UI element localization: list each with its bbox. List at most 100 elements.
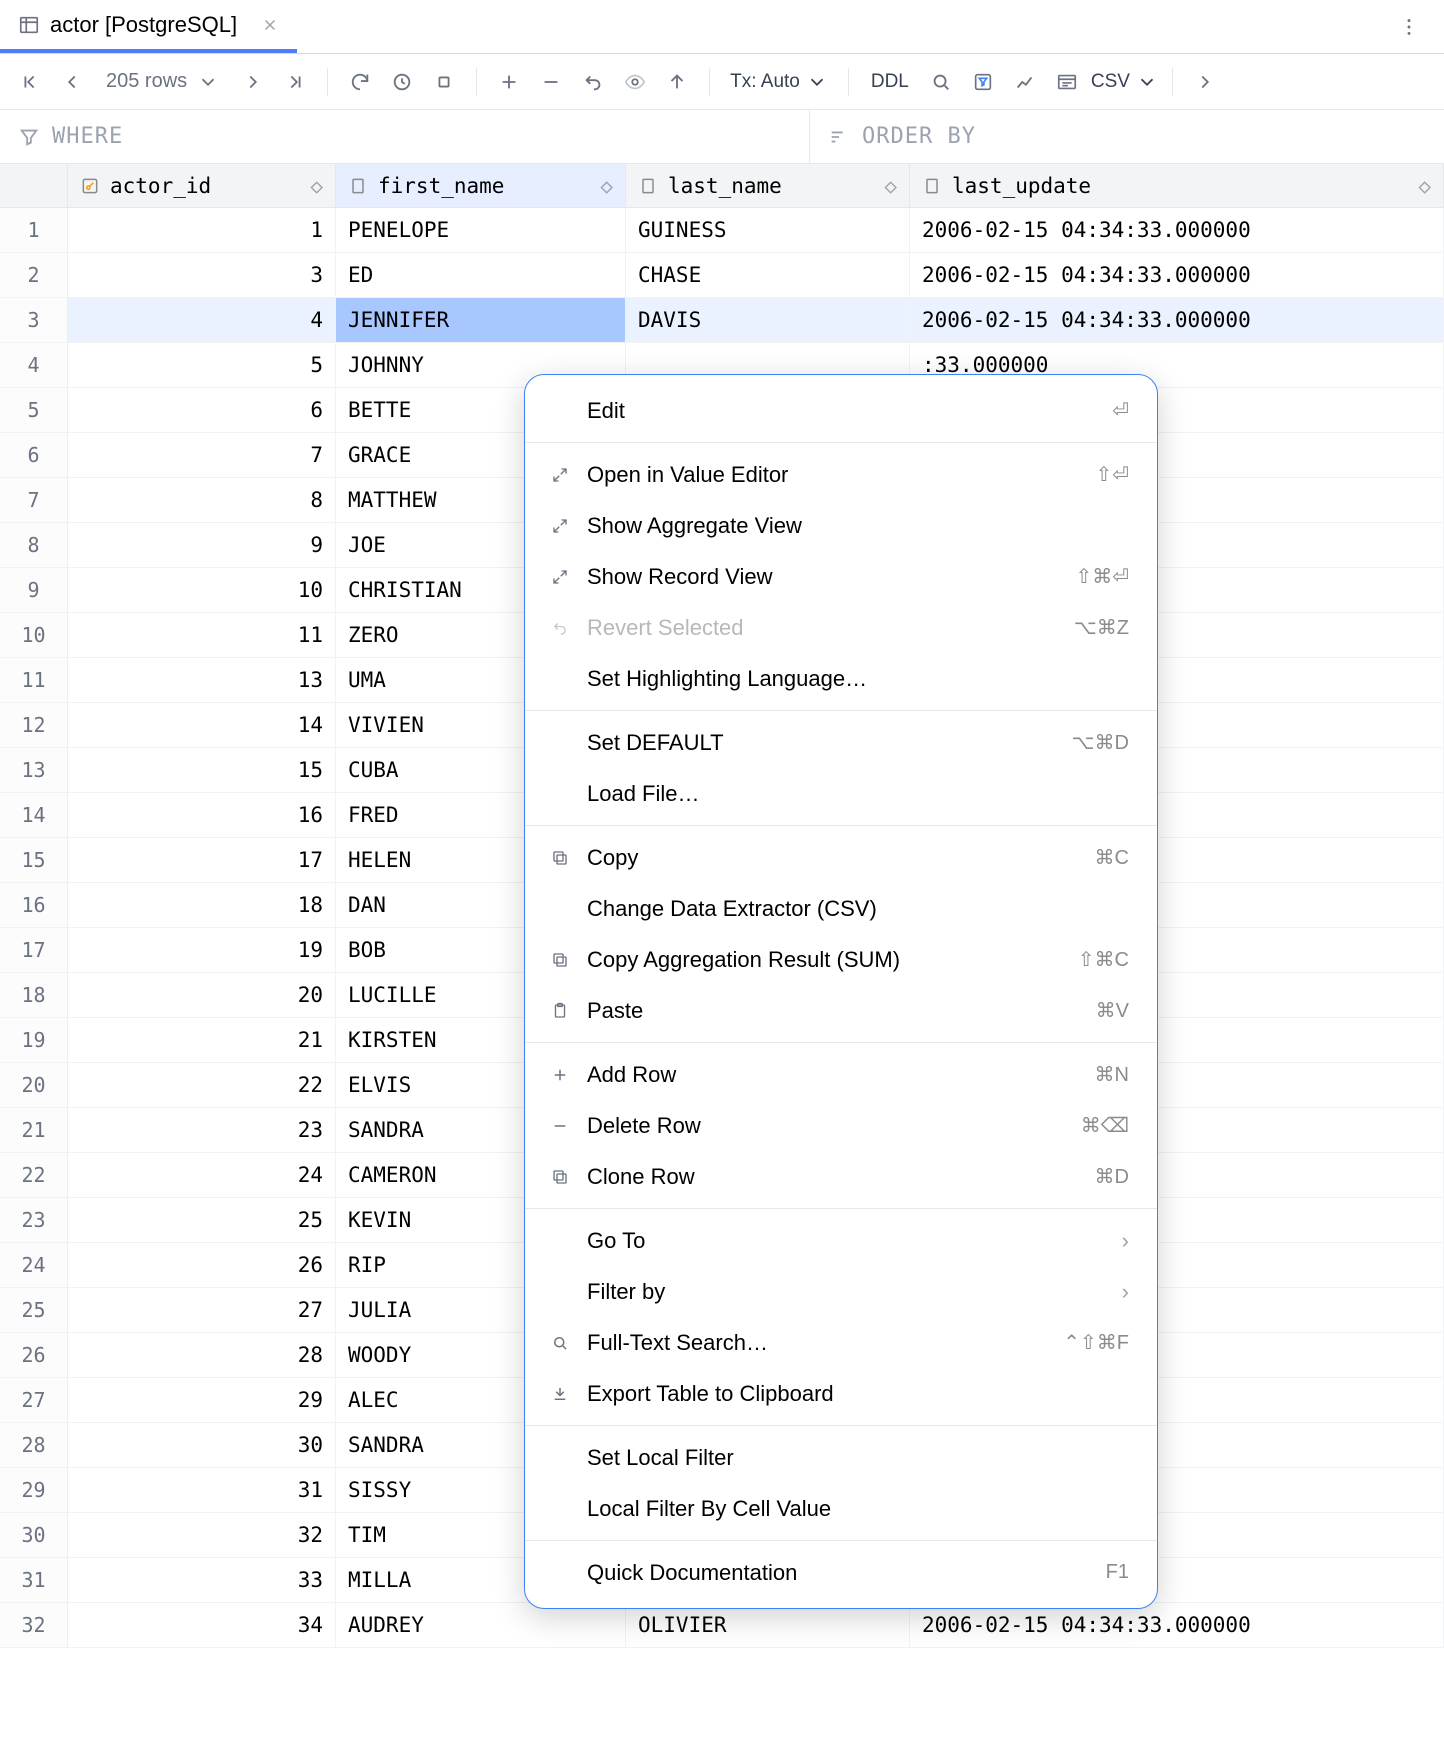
cell-actor-id[interactable]: 1: [68, 208, 336, 252]
csv-export-button[interactable]: CSV: [1091, 64, 1158, 100]
cell-last-update[interactable]: 2006-02-15 04:34:33.000000: [910, 1603, 1444, 1647]
header-corner[interactable]: [0, 164, 68, 207]
row-number[interactable]: 10: [0, 613, 68, 657]
prev-page-button[interactable]: [54, 64, 90, 100]
cell-actor-id[interactable]: 7: [68, 433, 336, 477]
menu-filter-by[interactable]: Filter by›: [525, 1266, 1157, 1317]
cell-actor-id[interactable]: 8: [68, 478, 336, 522]
cell-first-name[interactable]: AUDREY: [336, 1603, 626, 1647]
table-row[interactable]: 23EDCHASE2006-02-15 04:34:33.000000: [0, 253, 1444, 298]
refresh-button[interactable]: [342, 64, 378, 100]
cell-actor-id[interactable]: 9: [68, 523, 336, 567]
row-number[interactable]: 14: [0, 793, 68, 837]
cell-last-name[interactable]: DAVIS: [626, 298, 910, 342]
cell-actor-id[interactable]: 4: [68, 298, 336, 342]
cell-actor-id[interactable]: 5: [68, 343, 336, 387]
menu-export-clipboard[interactable]: Export Table to Clipboard: [525, 1368, 1157, 1419]
menu-full-text-search[interactable]: Full-Text Search…⌃⇧⌘F: [525, 1317, 1157, 1368]
add-row-toolbar-button[interactable]: [491, 64, 527, 100]
column-header-last-name[interactable]: last_name ◇: [626, 164, 910, 207]
last-page-button[interactable]: [277, 64, 313, 100]
cell-actor-id[interactable]: 13: [68, 658, 336, 702]
row-number[interactable]: 11: [0, 658, 68, 702]
where-filter-input[interactable]: WHERE: [0, 110, 810, 163]
kebab-icon[interactable]: [1398, 16, 1420, 38]
tx-mode-button[interactable]: Tx: Auto: [724, 64, 834, 100]
menu-go-to[interactable]: Go To›: [525, 1215, 1157, 1266]
cell-actor-id[interactable]: 24: [68, 1153, 336, 1197]
cell-actor-id[interactable]: 31: [68, 1468, 336, 1512]
row-number[interactable]: 3: [0, 298, 68, 342]
cell-actor-id[interactable]: 23: [68, 1108, 336, 1152]
row-number[interactable]: 8: [0, 523, 68, 567]
row-number[interactable]: 17: [0, 928, 68, 972]
cell-actor-id[interactable]: 10: [68, 568, 336, 612]
menu-show-aggregate[interactable]: Show Aggregate View: [525, 500, 1157, 551]
tab-actor[interactable]: actor [PostgreSQL]: [0, 0, 297, 53]
delete-row-toolbar-button[interactable]: [533, 64, 569, 100]
cell-actor-id[interactable]: 16: [68, 793, 336, 837]
row-number[interactable]: 4: [0, 343, 68, 387]
row-number[interactable]: 30: [0, 1513, 68, 1557]
row-number[interactable]: 29: [0, 1468, 68, 1512]
menu-quick-documentation[interactable]: Quick DocumentationF1: [525, 1547, 1157, 1598]
cell-actor-id[interactable]: 34: [68, 1603, 336, 1647]
cell-actor-id[interactable]: 25: [68, 1198, 336, 1242]
menu-paste[interactable]: Paste⌘V: [525, 985, 1157, 1036]
next-page-button[interactable]: [235, 64, 271, 100]
cell-actor-id[interactable]: 17: [68, 838, 336, 882]
submit-button[interactable]: [659, 64, 695, 100]
column-header-last-update[interactable]: last_update ◇: [910, 164, 1444, 207]
row-number[interactable]: 15: [0, 838, 68, 882]
cell-actor-id[interactable]: 15: [68, 748, 336, 792]
column-header-actor-id[interactable]: actor_id ◇: [68, 164, 336, 207]
cell-actor-id[interactable]: 26: [68, 1243, 336, 1287]
cell-actor-id[interactable]: 6: [68, 388, 336, 432]
cell-actor-id[interactable]: 30: [68, 1423, 336, 1467]
row-number[interactable]: 16: [0, 883, 68, 927]
filter-settings-button[interactable]: [965, 64, 1001, 100]
row-number[interactable]: 5: [0, 388, 68, 432]
row-number[interactable]: 1: [0, 208, 68, 252]
menu-set-local-filter[interactable]: Set Local Filter: [525, 1432, 1157, 1483]
orderby-filter-input[interactable]: ORDER BY: [810, 110, 994, 163]
cell-actor-id[interactable]: 21: [68, 1018, 336, 1062]
cell-actor-id[interactable]: 3: [68, 253, 336, 297]
table-row[interactable]: 11PENELOPEGUINESS2006-02-15 04:34:33.000…: [0, 208, 1444, 253]
row-number[interactable]: 26: [0, 1333, 68, 1377]
cell-actor-id[interactable]: 33: [68, 1558, 336, 1602]
menu-change-extractor[interactable]: Change Data Extractor (CSV): [525, 883, 1157, 934]
cell-last-name[interactable]: GUINESS: [626, 208, 910, 252]
menu-show-record[interactable]: Show Record View⇧⌘⏎: [525, 551, 1157, 602]
table-row[interactable]: 34JENNIFERDAVIS2006-02-15 04:34:33.00000…: [0, 298, 1444, 343]
cell-actor-id[interactable]: 14: [68, 703, 336, 747]
cell-last-name[interactable]: CHASE: [626, 253, 910, 297]
column-header-first-name[interactable]: first_name ◇: [336, 164, 626, 207]
row-number[interactable]: 21: [0, 1108, 68, 1152]
cell-first-name[interactable]: ED: [336, 253, 626, 297]
row-number[interactable]: 27: [0, 1378, 68, 1422]
row-number[interactable]: 23: [0, 1198, 68, 1242]
menu-copy[interactable]: Copy⌘C: [525, 832, 1157, 883]
row-number[interactable]: 7: [0, 478, 68, 522]
row-number[interactable]: 12: [0, 703, 68, 747]
cell-actor-id[interactable]: 20: [68, 973, 336, 1017]
row-number[interactable]: 2: [0, 253, 68, 297]
row-number[interactable]: 31: [0, 1558, 68, 1602]
cell-actor-id[interactable]: 29: [68, 1378, 336, 1422]
close-icon[interactable]: [261, 16, 279, 34]
cell-actor-id[interactable]: 19: [68, 928, 336, 972]
row-number[interactable]: 32: [0, 1603, 68, 1647]
row-number[interactable]: 20: [0, 1063, 68, 1107]
row-number[interactable]: 24: [0, 1243, 68, 1287]
row-number[interactable]: 6: [0, 433, 68, 477]
row-number[interactable]: 9: [0, 568, 68, 612]
cell-actor-id[interactable]: 11: [68, 613, 336, 657]
first-page-button[interactable]: [12, 64, 48, 100]
menu-edit[interactable]: Edit⏎: [525, 385, 1157, 436]
cell-last-update[interactable]: 2006-02-15 04:34:33.000000: [910, 253, 1444, 297]
row-number[interactable]: 18: [0, 973, 68, 1017]
menu-open-value-editor[interactable]: Open in Value Editor⇧⏎: [525, 449, 1157, 500]
cell-actor-id[interactable]: 32: [68, 1513, 336, 1557]
row-number[interactable]: 19: [0, 1018, 68, 1062]
